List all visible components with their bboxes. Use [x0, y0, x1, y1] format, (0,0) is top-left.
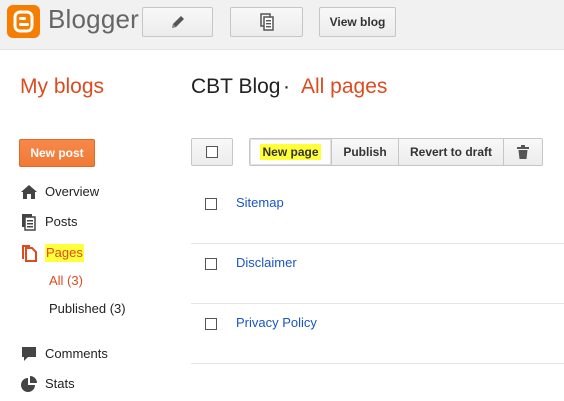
checkbox[interactable] [206, 146, 218, 158]
list-item: Sitemap [191, 184, 564, 244]
pages-view-button[interactable] [230, 7, 303, 37]
headline-separator: · [283, 75, 290, 98]
page-title-link[interactable]: Sitemap [236, 195, 284, 210]
list-item: Disclaimer [191, 244, 564, 304]
page-actions-toolbar: New page Publish Revert to draft [249, 138, 543, 166]
sidebar-item-label: Stats [45, 376, 75, 391]
pie-chart-icon [21, 376, 37, 392]
sidebar-item-label: Comments [45, 346, 108, 361]
document-icon [259, 13, 274, 31]
row-checkbox[interactable] [205, 318, 217, 330]
page-title-link[interactable]: Disclaimer [236, 255, 297, 270]
select-all-checkbox[interactable] [191, 138, 233, 166]
view-blog-button[interactable]: View blog [319, 7, 396, 37]
sidebar-item-label: Overview [45, 184, 100, 199]
posts-icon [22, 214, 36, 231]
pages-filter-all[interactable]: All (3) [49, 272, 83, 290]
delete-button[interactable] [504, 139, 542, 165]
sidebar-item-label: Posts [45, 214, 78, 229]
new-page-button[interactable]: New page [250, 139, 332, 165]
sidebar-item-label: Pages [45, 244, 84, 262]
comment-icon [22, 347, 36, 361]
brand-name[interactable]: Blogger [48, 4, 139, 35]
pages-filter-published[interactable]: Published (3) [49, 300, 126, 318]
new-page-label: New page [260, 144, 321, 160]
blog-name[interactable]: CBT Blog [191, 75, 281, 99]
row-checkbox[interactable] [205, 198, 217, 210]
page-title: All pages [301, 75, 388, 98]
new-post-button[interactable]: New post [19, 139, 95, 167]
pages-icon [22, 245, 37, 262]
blogger-logo-icon[interactable] [7, 5, 40, 38]
pencil-icon [171, 16, 184, 28]
list-item: Privacy Policy [191, 304, 564, 364]
revert-to-draft-button[interactable]: Revert to draft [399, 139, 504, 165]
home-icon [21, 185, 37, 199]
top-bar: Blogger View blog [0, 0, 564, 50]
trash-icon [517, 145, 529, 159]
page-title-link[interactable]: Privacy Policy [236, 315, 317, 330]
edit-post-button[interactable] [142, 7, 213, 37]
row-checkbox[interactable] [205, 258, 217, 270]
publish-button[interactable]: Publish [332, 139, 399, 165]
my-blogs-link[interactable]: My blogs [20, 75, 104, 99]
